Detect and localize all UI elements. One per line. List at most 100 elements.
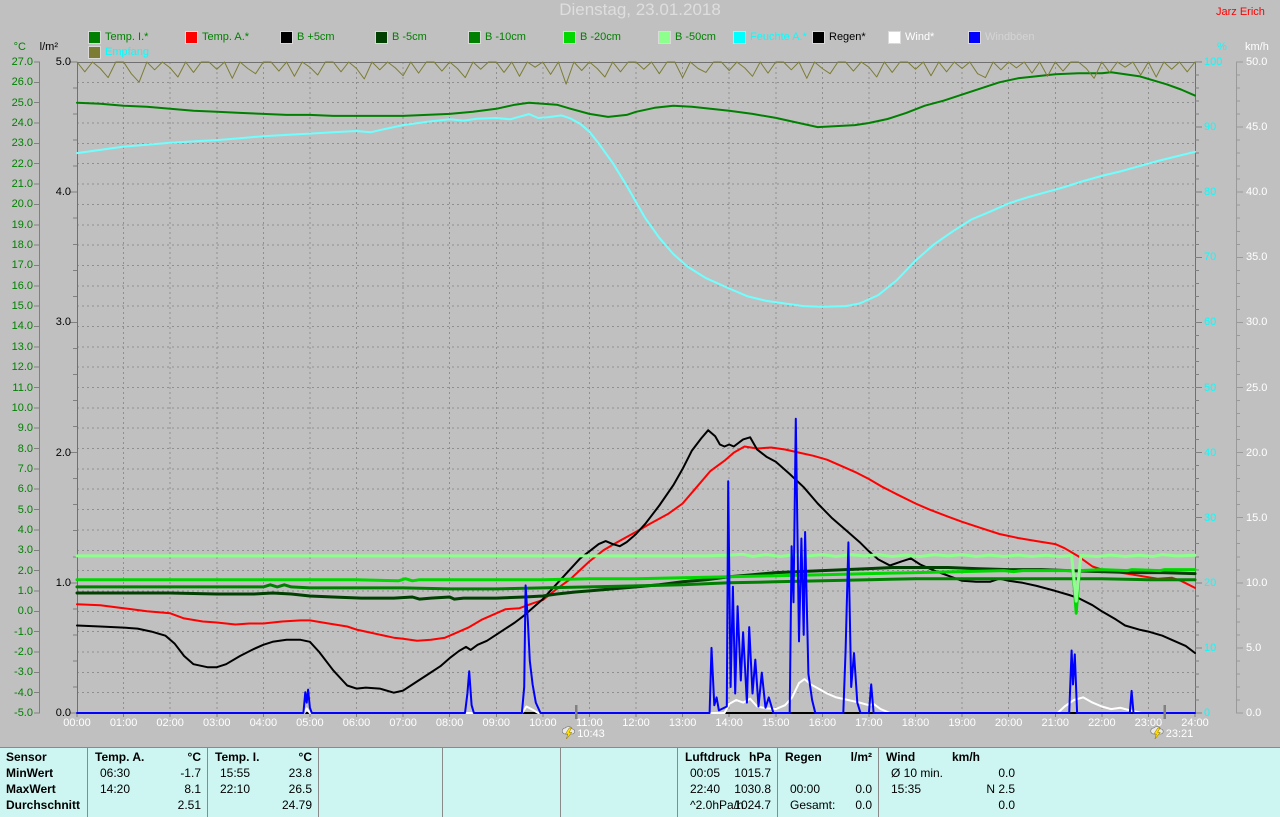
table-col-header: Temp. I. [215,750,259,765]
humidity-tick-label: 60 [1204,315,1216,329]
humidity-tick-label: 10 [1204,641,1216,655]
table-cell-value: 8.1 [141,782,201,797]
humidity-tick-label: 100 [1204,55,1222,69]
time-tick-label: 14:00 [709,716,749,730]
time-tick-label: 15:00 [756,716,796,730]
rain-tick-label: 2.0 [41,446,71,460]
celsius-tick-label: -2.0 [3,645,33,659]
time-tick-label: 05:00 [290,716,330,730]
table-divider [677,748,678,817]
weather-chart-canvas [0,0,1280,817]
event-marker-time: 10:43 [577,727,605,741]
table-divider [207,748,208,817]
table-col-unit: °C [262,750,312,765]
table-cell-time: 22:10 [220,782,250,797]
table-divider [87,748,88,817]
time-tick-label: 09:00 [476,716,516,730]
celsius-tick-label: 4.0 [3,523,33,537]
windspeed-tick-label: 15.0 [1246,511,1267,525]
windspeed-tick-label: 0.0 [1246,706,1261,720]
celsius-tick-label: 7.0 [3,462,33,476]
celsius-tick-label: -5.0 [3,706,33,720]
time-tick-label: 23:00 [1128,716,1168,730]
weather-app-window: Dienstag, 23.01.2018 Jarz Erich °C l/m² … [0,0,1280,817]
celsius-tick-label: -4.0 [3,686,33,700]
table-col-header: Temp. A. [95,750,144,765]
table-cell-value: 0.0 [812,798,872,813]
celsius-tick-label: 22.0 [3,157,33,171]
humidity-tick-label: 70 [1204,250,1216,264]
time-tick-label: 01:00 [104,716,144,730]
humidity-tick-label: 30 [1204,511,1216,525]
table-cell-value: 23.8 [252,766,312,781]
celsius-tick-label: -3.0 [3,665,33,679]
table-divider [318,748,319,817]
celsius-tick-label: 13.0 [3,340,33,354]
celsius-tick-label: 19.0 [3,218,33,232]
celsius-tick-label: 24.0 [3,116,33,130]
windspeed-tick-label: 50.0 [1246,55,1267,69]
humidity-tick-label: 90 [1204,120,1216,134]
celsius-tick-label: 23.0 [3,136,33,150]
windspeed-tick-label: 5.0 [1246,641,1261,655]
time-tick-label: 17:00 [849,716,889,730]
table-cell-value: 1024.7 [711,798,771,813]
table-divider [777,748,778,817]
celsius-tick-label: 6.0 [3,482,33,496]
event-marker-time: 23:21 [1166,727,1194,741]
time-tick-label: 04:00 [243,716,283,730]
time-tick-label: 07:00 [383,716,423,730]
windspeed-tick-label: 25.0 [1246,381,1267,395]
table-cell-value: 0.0 [812,782,872,797]
time-tick-label: 13:00 [663,716,703,730]
table-row-label: Sensor [6,750,47,765]
time-tick-label: 00:00 [57,716,97,730]
celsius-tick-label: 3.0 [3,543,33,557]
table-cell-value: 26.5 [252,782,312,797]
table-cell-time: 14:20 [100,782,130,797]
table-col-header: Regen [785,750,822,765]
celsius-tick-label: 17.0 [3,258,33,272]
table-col-unit: hPa [721,750,771,765]
table-cell-time: Ø 10 min. [891,766,943,781]
table-row-label: MaxWert [6,782,56,797]
celsius-tick-label: 21.0 [3,177,33,191]
windspeed-tick-label: 35.0 [1246,250,1267,264]
celsius-tick-label: 11.0 [3,381,33,395]
celsius-tick-label: 16.0 [3,279,33,293]
time-tick-label: 02:00 [150,716,190,730]
celsius-tick-label: 18.0 [3,238,33,252]
humidity-tick-label: 40 [1204,446,1216,460]
table-col-header: Wind [886,750,915,765]
windspeed-tick-label: 40.0 [1246,185,1267,199]
celsius-tick-label: 1.0 [3,584,33,598]
celsius-tick-label: 0.0 [3,604,33,618]
table-cell-value: 24.79 [252,798,312,813]
time-tick-label: 22:00 [1082,716,1122,730]
celsius-tick-label: 12.0 [3,360,33,374]
rain-tick-label: 4.0 [41,185,71,199]
table-cell-value: 1030.8 [711,782,771,797]
windspeed-tick-label: 30.0 [1246,315,1267,329]
time-tick-label: 03:00 [197,716,237,730]
celsius-tick-label: 26.0 [3,75,33,89]
celsius-tick-label: 15.0 [3,299,33,313]
rain-tick-label: 5.0 [41,55,71,69]
time-tick-label: 12:00 [616,716,656,730]
rain-tick-label: 1.0 [41,576,71,590]
time-tick-label: 08:00 [430,716,470,730]
celsius-tick-label: 2.0 [3,564,33,578]
humidity-tick-label: 20 [1204,576,1216,590]
table-cell-time: 06:30 [100,766,130,781]
humidity-tick-label: 80 [1204,185,1216,199]
celsius-tick-label: 9.0 [3,421,33,435]
table-row-label: Durchschnitt [6,798,80,813]
celsius-tick-label: 5.0 [3,503,33,517]
celsius-tick-label: 8.0 [3,442,33,456]
celsius-tick-label: 25.0 [3,96,33,110]
table-row-label: MinWert [6,766,53,781]
time-tick-label: 10:00 [523,716,563,730]
table-col-unit: l/m² [822,750,872,765]
windspeed-tick-label: 20.0 [1246,446,1267,460]
table-cell-time: 15:35 [891,782,921,797]
